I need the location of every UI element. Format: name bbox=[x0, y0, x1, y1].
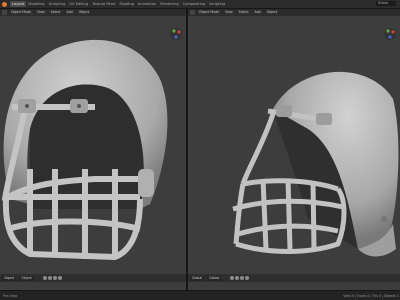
menu-view[interactable]: View bbox=[223, 10, 235, 15]
tab-layout[interactable]: Layout bbox=[10, 1, 27, 7]
tab-rendering[interactable]: Rendering bbox=[158, 1, 180, 7]
axis-gizmo-icon[interactable] bbox=[383, 27, 397, 41]
menu-add[interactable]: Add bbox=[252, 10, 263, 15]
pivot-dropdown[interactable]: Global bbox=[207, 275, 222, 281]
menu-add[interactable]: Add bbox=[64, 10, 75, 15]
viewport-left-header: Object Mode View Select Add Object bbox=[0, 9, 186, 16]
menu-view[interactable]: View bbox=[35, 10, 47, 15]
editor-type-icon[interactable] bbox=[190, 10, 195, 15]
pivot-dropdown[interactable]: Object bbox=[19, 275, 34, 281]
viewport-left-footer: Object Object bbox=[0, 274, 186, 282]
tab-animation[interactable]: Animation bbox=[136, 1, 158, 7]
viewport-left[interactable]: Object Mode View Select Add Object Objec… bbox=[0, 9, 186, 291]
tab-modeling[interactable]: Modeling bbox=[26, 1, 46, 7]
menu-select[interactable]: Select bbox=[236, 10, 251, 15]
menu-object[interactable]: Object bbox=[264, 10, 280, 15]
tab-sculpting[interactable]: Sculpting bbox=[47, 1, 68, 7]
statusbar: Pan View Verts 0 | Faces 0 | Tris 0 | Ob… bbox=[0, 290, 400, 300]
viewport-right-header: Object Mode View Select Add Object bbox=[188, 9, 400, 16]
helmet-angled-view bbox=[232, 71, 399, 257]
topbar: Layout Modeling Sculpting UV Editing Tex… bbox=[0, 0, 400, 9]
menu-object[interactable]: Object bbox=[76, 10, 92, 15]
mode-dropdown[interactable]: Object Mode bbox=[9, 10, 34, 15]
tab-uv-editing[interactable]: UV Editing bbox=[67, 1, 90, 7]
viewport-right[interactable]: Object Mode View Select Add Object Globa… bbox=[188, 9, 400, 291]
tab-compositing[interactable]: Compositing bbox=[181, 1, 208, 7]
viewport-right-footer: Global Global bbox=[188, 274, 400, 282]
transform-orientation-dropdown[interactable]: Object bbox=[2, 275, 17, 281]
editor-type-icon[interactable] bbox=[2, 10, 7, 15]
tab-texture-paint[interactable]: Texture Paint bbox=[90, 1, 117, 7]
mode-dropdown[interactable]: Object Mode bbox=[197, 10, 222, 15]
viewport-shading-icon[interactable] bbox=[230, 276, 250, 280]
viewport-shading-icon[interactable] bbox=[42, 276, 62, 280]
transform-orientation-dropdown[interactable]: Global bbox=[190, 275, 205, 281]
helmet-front-view bbox=[2, 39, 168, 260]
blender-logo-icon[interactable] bbox=[2, 1, 7, 7]
axis-gizmo-icon[interactable] bbox=[169, 27, 183, 41]
menu-select[interactable]: Select bbox=[48, 10, 63, 15]
status-hint: Pan View bbox=[3, 293, 18, 298]
tab-scripting[interactable]: Scripting bbox=[207, 1, 227, 7]
scene-selector[interactable]: Scene bbox=[376, 1, 396, 6]
tab-shading[interactable]: Shading bbox=[117, 1, 136, 7]
scene-statistics: Verts 0 | Faces 0 | Tris 0 | Objects 1 bbox=[343, 293, 399, 298]
